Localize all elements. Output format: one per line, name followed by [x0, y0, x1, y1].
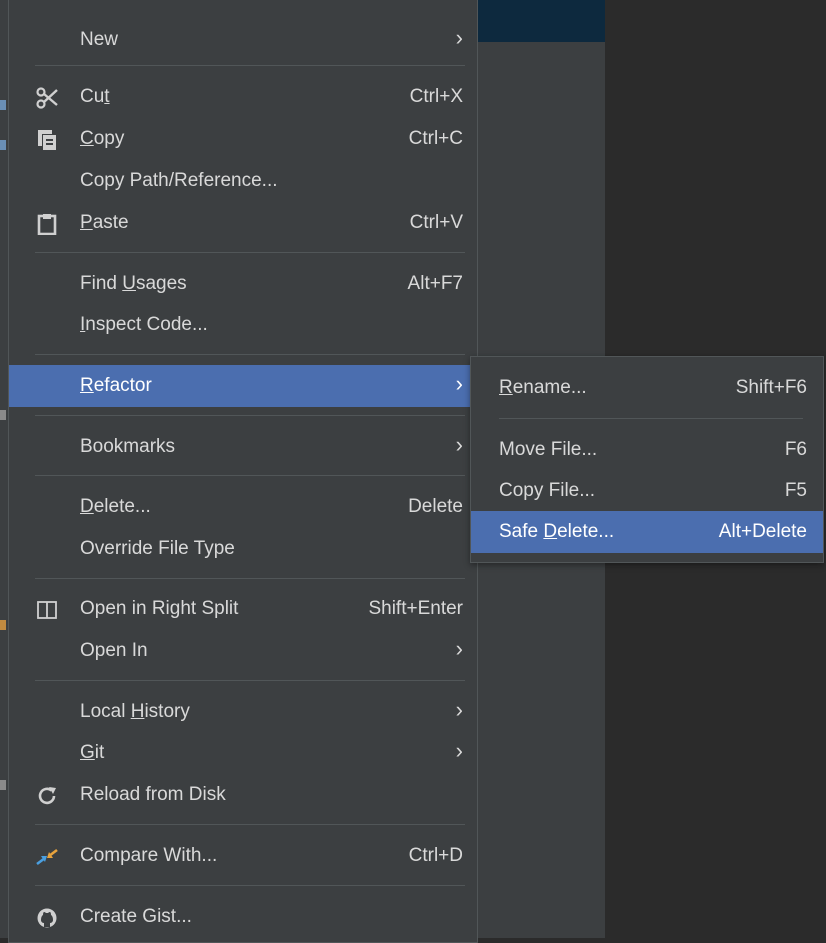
shortcut-hint: F5 [784, 480, 807, 501]
menu-item-override-file-type[interactable]: Override File Type [9, 528, 477, 570]
menu-item-label: Paste [80, 212, 129, 233]
menu-item-label: Copy [80, 128, 125, 149]
tree-marker [0, 780, 6, 790]
chevron-right-icon: › [455, 738, 463, 763]
menu-item-refactor[interactable]: Refactor › [9, 365, 477, 407]
menu-item-compare-with[interactable]: Compare With... Ctrl+D [9, 835, 477, 877]
menu-item-label: Reload from Disk [80, 784, 226, 805]
reload-icon [35, 785, 59, 807]
menu-item-label: Local History [80, 701, 190, 722]
menu-item-open-in[interactable]: Open In › [9, 630, 477, 672]
compare-icon [35, 846, 59, 868]
menu-item-bookmarks[interactable]: Bookmarks › [9, 426, 477, 468]
tool-window-header [478, 0, 605, 42]
menu-item-label: Create Gist... [80, 906, 192, 927]
menu-item-label: Open In [80, 640, 148, 661]
chevron-right-icon: › [455, 25, 463, 50]
shortcut-hint: Ctrl+D [408, 845, 463, 866]
menu-item-label: Inspect Code... [80, 314, 208, 335]
menu-separator [35, 415, 465, 416]
menu-item-reload-from-disk[interactable]: Reload from Disk [9, 774, 477, 816]
split-view-icon [35, 599, 59, 621]
menu-item-open-right-split[interactable]: Open in Right Split Shift+Enter [9, 588, 477, 630]
menu-separator [35, 885, 465, 886]
menu-separator [35, 354, 465, 355]
menu-separator [35, 252, 465, 253]
menu-item-cut[interactable]: Cut Ctrl+X [9, 76, 477, 118]
menu-separator [35, 824, 465, 825]
menu-separator [35, 65, 465, 66]
menu-item-git[interactable]: Git › [9, 732, 477, 774]
menu-item-label: Rename... [499, 377, 587, 398]
tree-marker [0, 140, 6, 150]
context-menu: New › Cut Ctrl+X Copy Ctrl+C Copy Path/R… [8, 0, 478, 943]
menu-separator [35, 680, 465, 681]
refactor-submenu: Rename... Shift+F6 Move File... F6 Copy … [470, 356, 824, 563]
menu-item-label: Copy File... [499, 480, 596, 501]
menu-item-label: Bookmarks [80, 436, 176, 457]
submenu-item-copy-file[interactable]: Copy File... F5 [471, 470, 823, 512]
menu-item-find-usages[interactable]: Find Usages Alt+F7 [9, 263, 477, 305]
menu-item-label: New [80, 29, 119, 50]
menu-item-inspect-code[interactable]: Inspect Code... [9, 304, 477, 346]
menu-item-label: Move File... [499, 439, 598, 460]
menu-item-local-history[interactable]: Local History › [9, 691, 477, 733]
menu-item-paste[interactable]: Paste Ctrl+V [9, 202, 477, 244]
menu-item-label: Git [80, 742, 105, 763]
menu-item-label: Cut [80, 86, 110, 107]
clipboard-icon [35, 213, 59, 236]
menu-item-create-gist[interactable]: Create Gist... [9, 896, 477, 938]
menu-separator [35, 578, 465, 579]
chevron-right-icon: › [455, 371, 463, 396]
shortcut-hint: Delete [408, 496, 463, 517]
menu-item-new[interactable]: New › [9, 19, 477, 61]
menu-item-label: Delete... [80, 496, 151, 517]
menu-item-label: Compare With... [80, 845, 218, 866]
copy-icon [35, 129, 59, 151]
menu-item-label: Copy Path/Reference... [80, 170, 278, 191]
menu-separator [35, 475, 465, 476]
menu-item-delete[interactable]: Delete... Delete [9, 486, 477, 528]
shortcut-hint: Shift+Enter [368, 598, 463, 619]
menu-item-label: Open in Right Split [80, 598, 239, 619]
submenu-item-move-file[interactable]: Move File... F6 [471, 429, 823, 471]
tree-marker [0, 410, 6, 420]
menu-item-label: Override File Type [80, 538, 235, 559]
menu-item-label: Safe Delete... [499, 521, 615, 542]
menu-item-label: Refactor [80, 375, 152, 396]
shortcut-hint: Shift+F6 [735, 377, 807, 398]
shortcut-hint: Ctrl+X [409, 86, 463, 107]
menu-item-copy[interactable]: Copy Ctrl+C [9, 118, 477, 160]
shortcut-hint: Alt+F7 [407, 273, 463, 294]
github-icon [35, 907, 59, 929]
tree-marker [0, 620, 6, 630]
chevron-right-icon: › [455, 697, 463, 722]
shortcut-hint: Ctrl+V [409, 212, 463, 233]
submenu-item-safe-delete[interactable]: Safe Delete... Alt+Delete [471, 511, 823, 553]
menu-separator [499, 418, 803, 419]
submenu-item-rename[interactable]: Rename... Shift+F6 [471, 367, 823, 409]
shortcut-hint: Alt+Delete [718, 521, 807, 542]
menu-item-copy-path[interactable]: Copy Path/Reference... [9, 160, 477, 202]
shortcut-hint: Ctrl+C [408, 128, 463, 149]
chevron-right-icon: › [455, 432, 463, 457]
tree-marker [0, 100, 6, 110]
shortcut-hint: F6 [784, 439, 807, 460]
chevron-right-icon: › [455, 636, 463, 661]
menu-item-label: Find Usages [80, 273, 187, 294]
scissors-icon [35, 87, 59, 109]
